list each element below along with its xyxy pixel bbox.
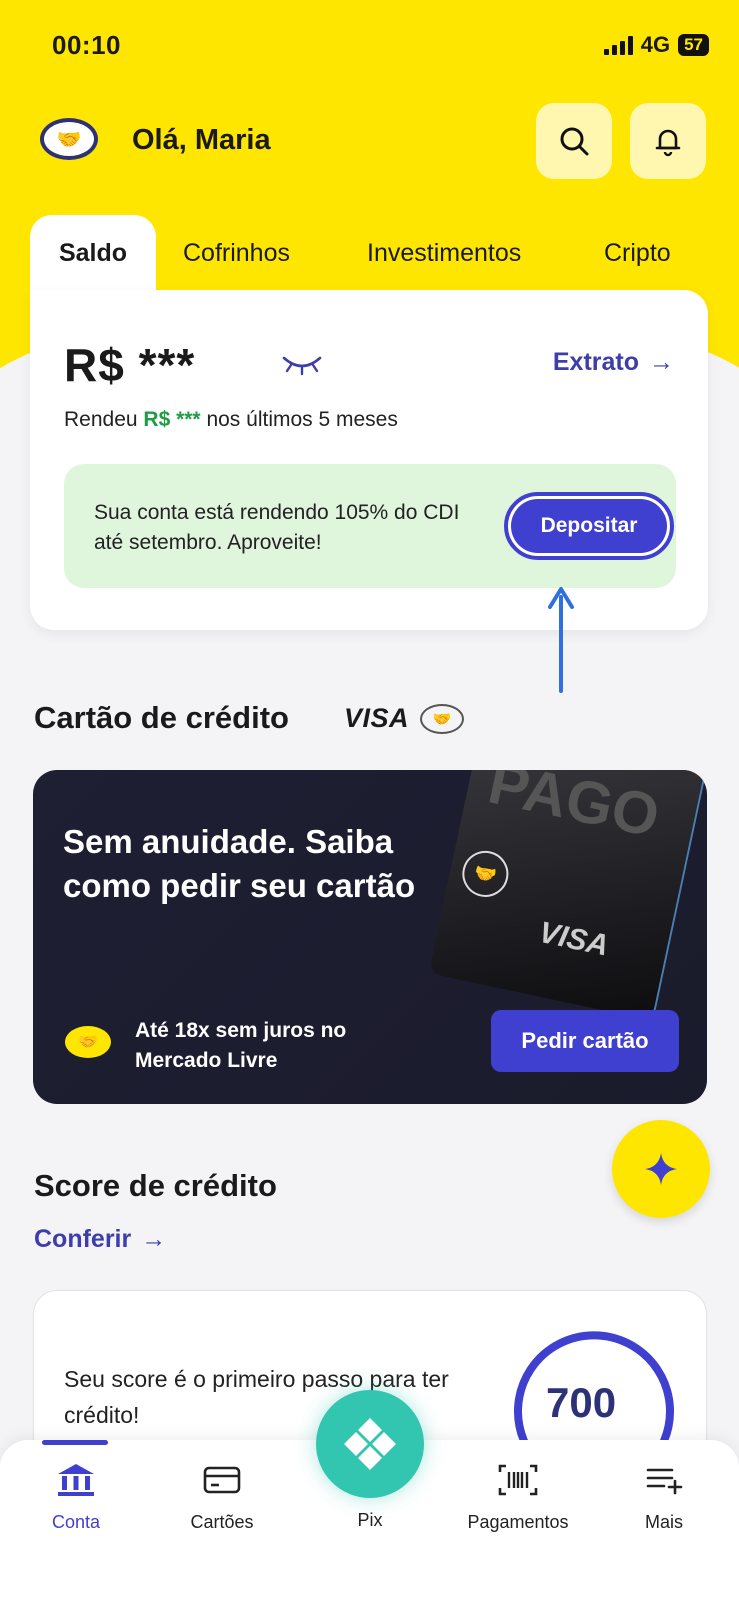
visa-logo: VISA (344, 703, 410, 733)
score-title: Score de crédito (34, 1168, 277, 1203)
battery-icon: 57 (678, 34, 709, 56)
sparkle-icon (645, 1153, 677, 1185)
balance-card: R$ *** Extrato → Rendeu R$ *** nos últim… (30, 290, 708, 630)
request-card-button[interactable]: Pedir cartão (491, 1010, 679, 1072)
nav-label-pix: Pix (357, 1510, 383, 1530)
credit-card-title: Cartão de crédito (34, 700, 289, 735)
credit-card-promo[interactable]: PAGO 🤝 VISA Sem anuidade. Saiba como ped… (33, 770, 707, 1104)
card-icon (203, 1466, 241, 1494)
nav-pagamentos[interactable]: Pagamentos (458, 1462, 578, 1533)
nav-label-conta: Conta (51, 1512, 101, 1532)
eye-closed-icon[interactable] (280, 352, 324, 376)
search-button[interactable] (536, 103, 612, 179)
deposit-label: Depositar (511, 499, 667, 553)
tab-cripto[interactable]: Cripto (604, 215, 671, 295)
mercado-pago-logo-icon: 🤝 (40, 118, 98, 160)
score-description: Seu score é o primeiro passo para ter cr… (64, 1366, 449, 1428)
network-type: 4G (640, 32, 671, 57)
app-header: 🤝 Olá, Maria (0, 100, 739, 180)
nav-label-mais: Mais (644, 1512, 683, 1532)
tab-saldo[interactable]: Saldo (30, 215, 156, 295)
cdi-promo-box: Sua conta está rendendo 105% do CDI até … (64, 464, 676, 588)
handshake-icon: 🤝 (420, 704, 464, 734)
nav-conta[interactable]: Conta (16, 1462, 136, 1533)
yield-prefix: Rendeu (64, 408, 144, 431)
mercado-livre-logo-icon: 🤝 (65, 1026, 111, 1058)
card-promo-headline: Sem anuidade. Saiba como pedir seu cartã… (63, 823, 416, 904)
handshake-icon: 🤝 (458, 846, 513, 902)
extrato-label: Extrato (552, 348, 639, 376)
search-icon (560, 127, 589, 156)
greeting: Olá, Maria (132, 124, 271, 156)
assistant-button[interactable] (612, 1120, 710, 1218)
pix-button[interactable] (316, 1390, 424, 1498)
nav-label-cartoes: Cartões (190, 1512, 254, 1532)
tab-cofrinhos[interactable]: Cofrinhos (183, 215, 290, 295)
extrato-link[interactable]: Extrato → (553, 348, 674, 377)
account-tabs: Saldo Cofrinhos Investimentos Cripto (30, 215, 739, 295)
bank-icon (58, 1464, 94, 1496)
deposit-button[interactable]: Depositar (504, 492, 674, 560)
nav-mais[interactable]: Mais (604, 1462, 724, 1533)
score-value: 700 (546, 1379, 617, 1426)
active-tab-indicator (42, 1440, 108, 1445)
balance-amount: R$ *** (64, 339, 196, 391)
score-link[interactable]: Conferir → (34, 1225, 166, 1254)
arrow-right-icon: → (141, 1225, 167, 1253)
menu-plus-icon (646, 1468, 683, 1495)
status-bar: 00:10 4G 57 (0, 0, 739, 90)
barcode-icon (498, 1464, 538, 1496)
nav-label-pagamentos: Pagamentos (467, 1512, 569, 1532)
pix-icon (344, 1418, 396, 1470)
annotation-arrow-icon (548, 587, 574, 693)
tab-investimentos[interactable]: Investimentos (367, 215, 521, 295)
status-time: 00:10 (52, 30, 121, 60)
bell-icon (655, 129, 681, 157)
status-indicators: 4G 57 (603, 32, 709, 58)
card-visa-logo: VISA (536, 915, 612, 963)
cdi-promo-text: Sua conta está rendendo 105% do CDI até … (94, 501, 460, 554)
card-image: PAGO 🤝 VISA (428, 770, 707, 1022)
yield-amount: R$ *** (143, 408, 201, 431)
score-link-label: Conferir (34, 1225, 132, 1253)
signal-icon (603, 35, 633, 55)
card-image-text: PAGO (482, 770, 666, 850)
notifications-button[interactable] (630, 103, 706, 179)
installments-text: Até 18x sem juros no Mercado Livre (135, 1019, 347, 1072)
nav-cartoes[interactable]: Cartões (162, 1462, 282, 1533)
arrow-right-icon: → (649, 348, 674, 376)
yield-suffix: nos últimos 5 meses (200, 408, 398, 431)
yield-info: Rendeu R$ *** nos últimos 5 meses (64, 408, 398, 432)
